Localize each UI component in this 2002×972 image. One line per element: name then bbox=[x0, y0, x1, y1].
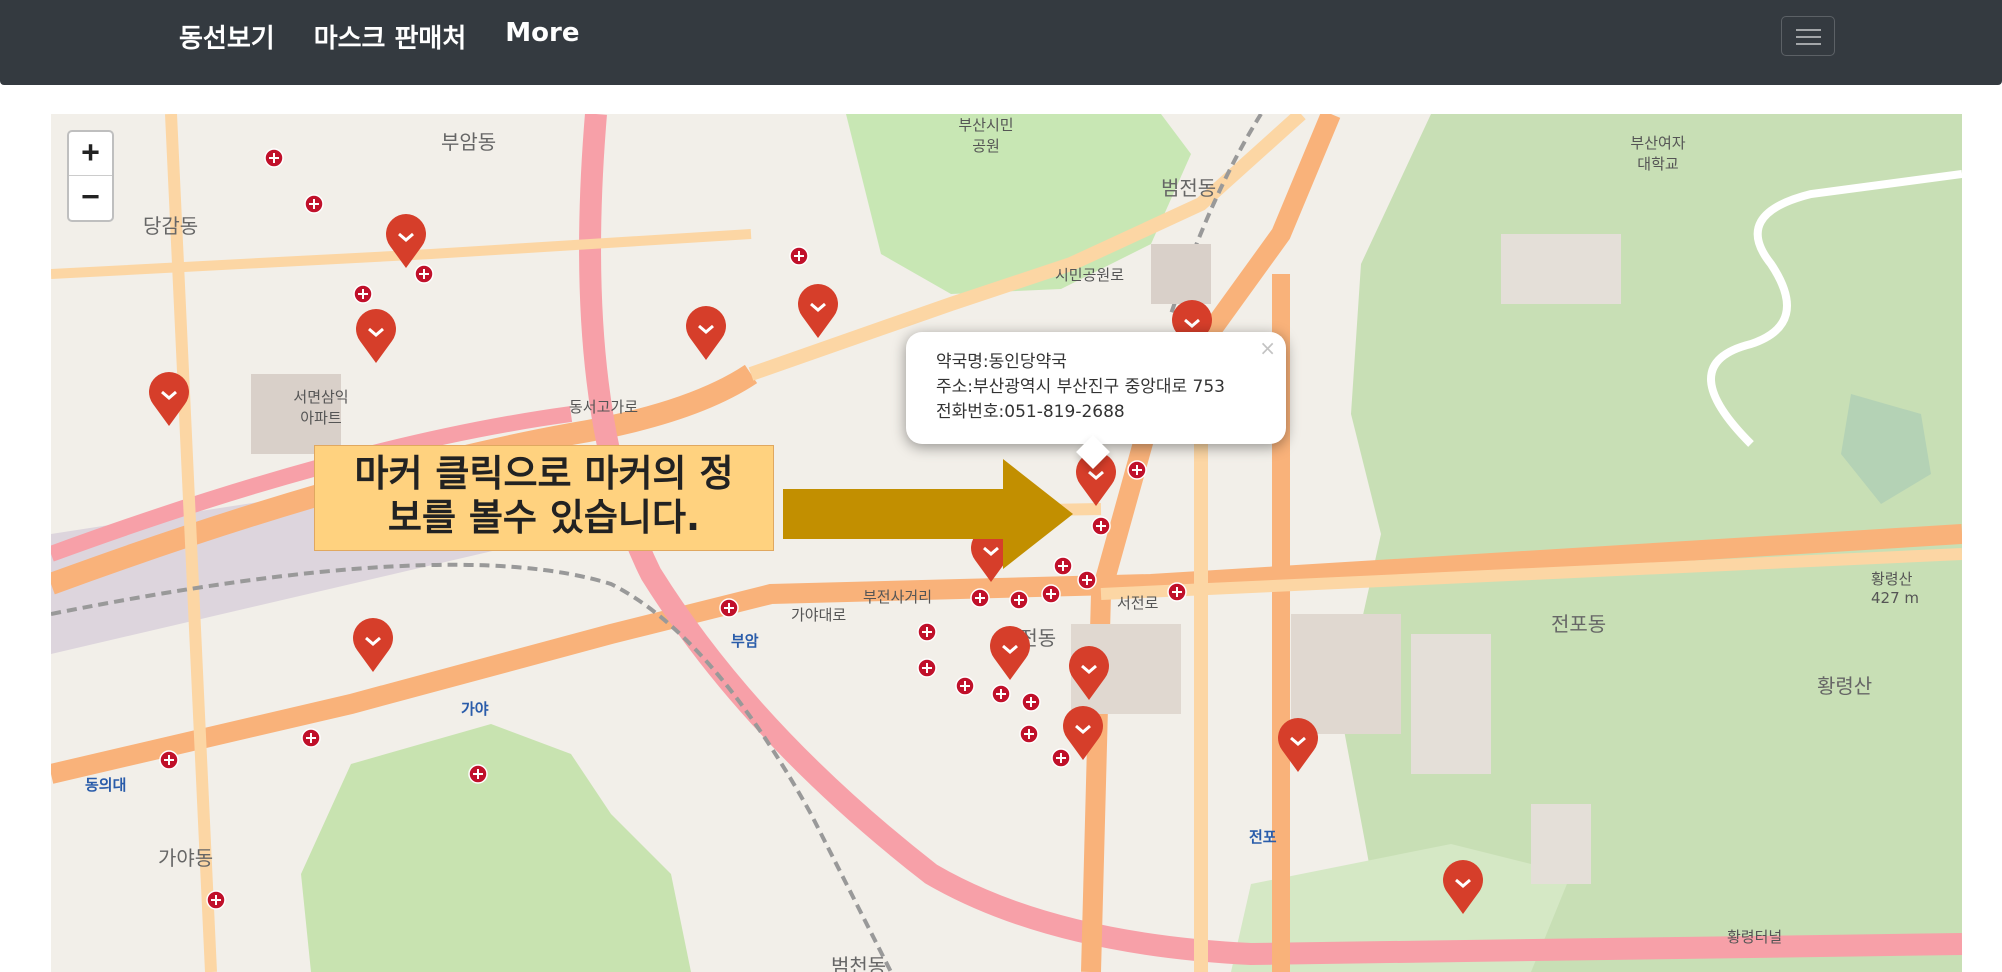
building-block bbox=[1151, 244, 1211, 304]
navbar-toggle-button[interactable] bbox=[1781, 16, 1835, 56]
small-pin-icon[interactable] bbox=[301, 728, 321, 748]
map-view[interactable]: 당감동 부암동 범전동 부전동 전포동 황령산 가야동 범천동 서면삼익 아파트… bbox=[51, 114, 1962, 972]
small-pin-icon[interactable] bbox=[1041, 584, 1061, 604]
nav-link-more[interactable]: More bbox=[505, 18, 579, 55]
label-gaya-station: 가야 bbox=[461, 700, 489, 718]
pharmacy-marker[interactable] bbox=[796, 282, 840, 340]
small-pin-icon[interactable] bbox=[1077, 570, 1097, 590]
callout-line-2: 보를 볼수 있습니다. bbox=[387, 496, 701, 539]
label-danggam-dong: 당감동 bbox=[143, 214, 199, 238]
zoom-control: + − bbox=[67, 130, 114, 222]
building-block bbox=[1411, 634, 1491, 774]
small-pin-icon[interactable] bbox=[1051, 748, 1071, 768]
label-hwangnyeongsan: 황령산 bbox=[1817, 674, 1873, 698]
park-southwest bbox=[301, 724, 691, 972]
label-dongseo-gogaro: 동서고가로 bbox=[569, 398, 639, 416]
small-pin-icon[interactable] bbox=[414, 264, 434, 284]
right-arrow-icon bbox=[783, 459, 1073, 569]
small-pin-icon[interactable] bbox=[1019, 724, 1039, 744]
small-pin-icon[interactable] bbox=[264, 148, 284, 168]
small-pin-icon[interactable] bbox=[159, 750, 179, 770]
small-pin-icon[interactable] bbox=[206, 890, 226, 910]
nav-link-mask-sellers[interactable]: 마스크 판매처 bbox=[314, 18, 467, 55]
label-beomcheon-dong: 범천동 bbox=[831, 954, 887, 972]
small-pin-icon[interactable] bbox=[719, 598, 739, 618]
pharmacy-marker[interactable] bbox=[684, 304, 728, 362]
zoom-in-button[interactable]: + bbox=[69, 132, 112, 176]
label-gaya-daero: 가야대로 bbox=[791, 606, 847, 624]
popup-phone: 전화번호:051-819-2688 bbox=[936, 402, 1125, 422]
top-navbar: 동선보기 마스크 판매처 More bbox=[0, 0, 2002, 85]
zoom-out-button[interactable]: − bbox=[69, 176, 112, 220]
label-beomjeon-dong: 범전동 bbox=[1161, 176, 1217, 200]
campus-block bbox=[1501, 234, 1621, 304]
pharmacy-marker[interactable] bbox=[354, 307, 398, 365]
callout-line-1: 마커 클릭으로 마커의 정 bbox=[354, 452, 734, 495]
label-simin-gongwonro: 시민공원로 bbox=[1055, 266, 1125, 284]
label-hwangnyeong-tunnel: 황령터널 bbox=[1727, 928, 1783, 946]
label-jeonpo-station: 전포 bbox=[1249, 828, 1277, 846]
label-bueom-station: 부암 bbox=[731, 632, 759, 650]
hamburger-icon bbox=[1796, 29, 1821, 31]
small-pin-icon[interactable] bbox=[991, 684, 1011, 704]
label-hwangnyeongsan-height: 황령산 427 m bbox=[1871, 570, 1920, 607]
label-dongeui-univ: 동의대 bbox=[85, 776, 127, 794]
popup-address: 주소:부산광역시 부산진구 중앙대로 753 bbox=[936, 377, 1225, 397]
small-pin-icon[interactable] bbox=[304, 194, 324, 214]
instruction-callout: 마커 클릭으로 마커의 정 보를 볼수 있습니다. bbox=[314, 445, 774, 551]
small-pin-icon[interactable] bbox=[1009, 590, 1029, 610]
hamburger-icon-bar bbox=[1796, 43, 1821, 45]
nav-links: 동선보기 마스크 판매처 More bbox=[179, 18, 618, 55]
small-pin-icon[interactable] bbox=[353, 284, 373, 304]
pharmacy-info-popup: × 약국명:동인당약국 주소:부산광역시 부산진구 중앙대로 753 전화번호:… bbox=[906, 332, 1286, 469]
building-block bbox=[1531, 804, 1591, 884]
pharmacy-marker[interactable] bbox=[384, 212, 428, 270]
small-pin-icon[interactable] bbox=[970, 588, 990, 608]
small-pin-icon[interactable] bbox=[955, 676, 975, 696]
popup-pharmacy-name: 약국명:동인당약국 bbox=[936, 352, 1067, 372]
small-pin-icon[interactable] bbox=[917, 622, 937, 642]
nav-link-route[interactable]: 동선보기 bbox=[179, 18, 275, 55]
label-citizens-park: 부산시민 공원 bbox=[958, 116, 1014, 155]
pharmacy-marker[interactable] bbox=[1276, 716, 1320, 774]
small-pin-icon[interactable] bbox=[1127, 460, 1147, 480]
label-buam-dong: 부암동 bbox=[441, 130, 497, 154]
small-pin-icon[interactable] bbox=[1021, 692, 1041, 712]
small-pin-icon[interactable] bbox=[468, 764, 488, 784]
label-gaya-dong: 가야동 bbox=[158, 846, 214, 870]
small-pin-icon[interactable] bbox=[789, 246, 809, 266]
pharmacy-marker[interactable] bbox=[988, 624, 1032, 682]
small-pin-icon[interactable] bbox=[1167, 582, 1187, 602]
small-pin-icon[interactable] bbox=[917, 658, 937, 678]
label-seomyeon-apt: 서면삼익 아파트 bbox=[293, 388, 349, 427]
label-girls-college: 부산여자 대학교 bbox=[1630, 134, 1686, 173]
label-bujeon-sageori: 부전사거리 bbox=[863, 588, 933, 606]
pharmacy-marker[interactable] bbox=[1067, 644, 1111, 702]
label-jeonpo-dong: 전포동 bbox=[1551, 612, 1607, 636]
pharmacy-marker[interactable] bbox=[351, 616, 395, 674]
pharmacy-marker[interactable] bbox=[1441, 858, 1485, 916]
hamburger-icon-bar bbox=[1796, 36, 1821, 38]
small-pin-icon[interactable] bbox=[1091, 516, 1111, 536]
pharmacy-marker[interactable] bbox=[147, 370, 191, 428]
label-seojeonro: 서전로 bbox=[1117, 594, 1159, 612]
